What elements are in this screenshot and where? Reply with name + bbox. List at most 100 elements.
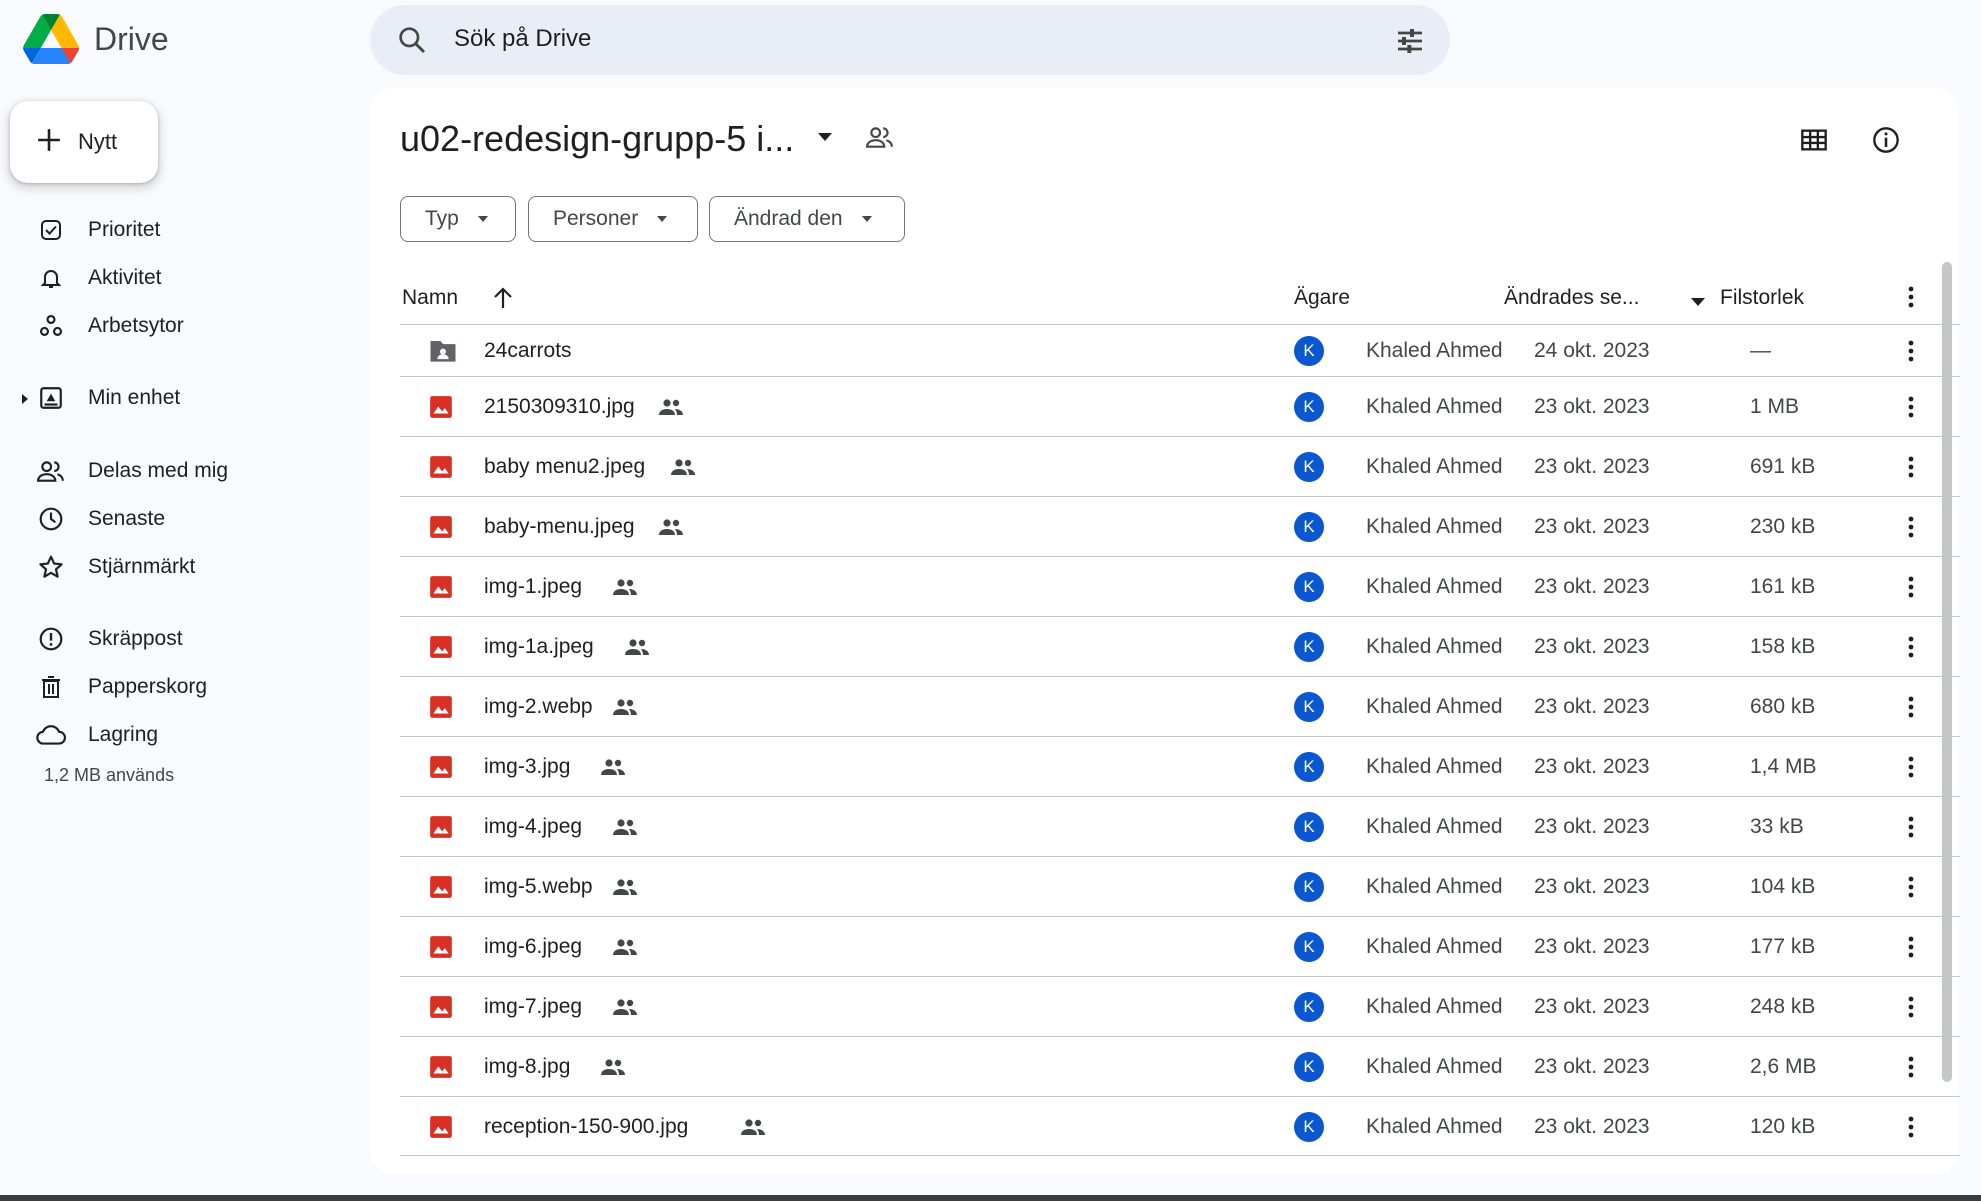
table-row[interactable]: img-1.jpeg K Khaled Ahmed 23 okt. 2023 161 k… bbox=[400, 556, 1960, 616]
sidebar-item-storage[interactable]: Lagring bbox=[36, 715, 158, 755]
shared-folder-icon bbox=[428, 338, 458, 369]
folder-title[interactable]: u02-redesign-grupp-5 i... bbox=[400, 118, 894, 160]
sidebar-item-shared-with-me[interactable]: Delas med mig bbox=[36, 451, 228, 491]
more-options-icon[interactable] bbox=[1908, 996, 1914, 1023]
file-name[interactable]: img-2.webp bbox=[484, 695, 593, 719]
table-row[interactable]: baby-menu.jpeg K Khaled Ahmed 23 okt. 2023 2… bbox=[400, 496, 1960, 556]
more-options-icon[interactable] bbox=[1908, 816, 1914, 843]
table-row[interactable]: img-6.jpeg K Khaled Ahmed 23 okt. 2023 177 k… bbox=[400, 916, 1960, 976]
filter-people[interactable]: Personer bbox=[528, 196, 698, 242]
more-options-icon[interactable] bbox=[1908, 340, 1914, 367]
file-name[interactable]: img-4.jpeg bbox=[484, 815, 582, 839]
table-row[interactable]: img-1a.jpeg K Khaled Ahmed 23 okt. 2023 158 … bbox=[400, 616, 1960, 676]
avatar: K bbox=[1294, 932, 1324, 962]
file-name[interactable]: img-3.jpg bbox=[484, 755, 570, 779]
drive-logo[interactable]: Drive bbox=[22, 14, 169, 64]
more-options-icon[interactable] bbox=[1908, 876, 1914, 903]
column-size[interactable]: Filstorlek bbox=[1720, 286, 1804, 310]
new-button[interactable]: Nytt bbox=[10, 101, 158, 183]
sidebar-item-recent[interactable]: Senaste bbox=[36, 499, 165, 539]
column-modified[interactable]: Ändrades se... bbox=[1504, 286, 1639, 310]
table-row[interactable]: 24carrots K Khaled Ahmed 24 okt. 2023 — bbox=[400, 324, 1960, 376]
more-options-icon[interactable] bbox=[1908, 396, 1914, 423]
avatar: K bbox=[1294, 812, 1324, 842]
shared-people-icon bbox=[612, 697, 638, 722]
search-icon[interactable] bbox=[396, 24, 428, 61]
file-name[interactable]: reception-150-900.jpg bbox=[484, 1115, 688, 1139]
owner-name: Khaled Ahmed bbox=[1366, 695, 1503, 718]
sidebar-item-priority[interactable]: Prioritet bbox=[36, 210, 160, 250]
shared-folder-icon[interactable] bbox=[866, 124, 894, 155]
sidebar-item-label: Arbetsytor bbox=[88, 314, 184, 337]
sidebar-item-my-drive[interactable]: Min enhet bbox=[36, 378, 180, 418]
file-name[interactable]: img-5.webp bbox=[484, 875, 593, 899]
info-icon[interactable] bbox=[1872, 126, 1900, 159]
more-options-icon[interactable] bbox=[1908, 756, 1914, 783]
sidebar-item-label: Papperskorg bbox=[88, 675, 208, 698]
file-name[interactable]: img-8.jpg bbox=[484, 1055, 570, 1079]
more-options-icon[interactable] bbox=[1908, 576, 1914, 603]
image-file-icon bbox=[428, 514, 454, 545]
table-row[interactable]: baby menu2.jpeg K Khaled Ahmed 23 okt. 2023… bbox=[400, 436, 1960, 496]
sort-ascending-icon[interactable] bbox=[492, 286, 514, 315]
search-input[interactable]: Sök på Drive bbox=[454, 25, 591, 53]
file-name[interactable]: baby menu2.jpeg bbox=[484, 455, 645, 479]
modified-date: 23 okt. 2023 bbox=[1534, 755, 1650, 778]
image-file-icon bbox=[428, 574, 454, 605]
file-name[interactable]: img-6.jpeg bbox=[484, 935, 582, 959]
file-name[interactable]: baby-menu.jpeg bbox=[484, 515, 635, 539]
more-options-icon[interactable] bbox=[1908, 696, 1914, 723]
more-options-icon[interactable] bbox=[1908, 1056, 1914, 1083]
table-row[interactable]: img-2.webp K Khaled Ahmed 23 okt. 2023 680 k… bbox=[400, 676, 1960, 736]
table-row[interactable]: reception-150-900.jpg K Khaled Ahmed 23 okt… bbox=[400, 1096, 1960, 1156]
table-row[interactable]: img-5.webp K Khaled Ahmed 23 okt. 2023 104 k… bbox=[400, 856, 1960, 916]
file-name[interactable]: 2150309310.jpg bbox=[484, 395, 635, 419]
column-owner[interactable]: Ägare bbox=[1294, 286, 1350, 310]
modified-date: 23 okt. 2023 bbox=[1534, 575, 1650, 598]
sidebar-item-spam[interactable]: Skräppost bbox=[36, 619, 183, 659]
filter-modified[interactable]: Ändrad den bbox=[709, 196, 905, 242]
more-options-icon[interactable] bbox=[1908, 636, 1914, 663]
file-name[interactable]: 24carrots bbox=[484, 339, 572, 363]
owner-name: Khaled Ahmed bbox=[1366, 515, 1503, 538]
expand-arrow-icon[interactable] bbox=[20, 392, 30, 410]
table-row[interactable]: 2150309310.jpg K Khaled Ahmed 23 okt. 2023 1… bbox=[400, 376, 1960, 436]
more-options-icon[interactable] bbox=[1908, 456, 1914, 483]
my-drive-icon bbox=[36, 383, 66, 413]
sidebar-item-label: Aktivitet bbox=[88, 266, 162, 289]
dropdown-arrow-icon[interactable] bbox=[816, 130, 834, 148]
avatar: K bbox=[1294, 632, 1324, 662]
shared-people-icon bbox=[612, 577, 638, 602]
table-row[interactable]: img-7.jpeg K Khaled Ahmed 23 okt. 2023 248 k… bbox=[400, 976, 1960, 1036]
table-row[interactable]: img-3.jpg K Khaled Ahmed 23 okt. 2023 1,4 MB bbox=[400, 736, 1960, 796]
table-row[interactable]: img-8.jpg K Khaled Ahmed 23 okt. 2023 2,6 MB bbox=[400, 1036, 1960, 1096]
sidebar-item-activity[interactable]: Aktivitet bbox=[36, 258, 162, 298]
sort-dropdown-icon[interactable] bbox=[1690, 294, 1706, 312]
filter-type[interactable]: Typ bbox=[400, 196, 516, 242]
storage-usage-text: 1,2 MB används bbox=[44, 765, 175, 785]
scrollbar[interactable] bbox=[1942, 262, 1952, 1082]
owner-name: Khaled Ahmed bbox=[1366, 339, 1503, 362]
more-options-icon[interactable] bbox=[1908, 1116, 1914, 1143]
file-name[interactable]: img-1a.jpeg bbox=[484, 635, 594, 659]
grid-view-icon[interactable] bbox=[1800, 126, 1828, 159]
search-bar[interactable]: Sök på Drive bbox=[370, 5, 1450, 75]
sidebar-item-trash[interactable]: Papperskorg bbox=[36, 667, 207, 707]
column-name[interactable]: Namn bbox=[402, 286, 458, 310]
table-row[interactable]: img-4.jpeg K Khaled Ahmed 23 okt. 2023 33 kB bbox=[400, 796, 1960, 856]
more-options-icon[interactable] bbox=[1908, 516, 1914, 543]
more-options-icon[interactable] bbox=[1908, 936, 1914, 963]
owner-name: Khaled Ahmed bbox=[1366, 935, 1503, 958]
search-options-icon[interactable] bbox=[1394, 25, 1426, 62]
modified-date: 23 okt. 2023 bbox=[1534, 635, 1650, 658]
file-name[interactable]: img-1.jpeg bbox=[484, 575, 582, 599]
shared-people-icon bbox=[612, 877, 638, 902]
sidebar-item-starred[interactable]: Stjärnmärkt bbox=[36, 547, 195, 587]
more-options-icon[interactable] bbox=[1908, 286, 1914, 313]
image-file-icon bbox=[428, 874, 454, 905]
file-name[interactable]: img-7.jpeg bbox=[484, 995, 582, 1019]
sidebar-item-workspaces[interactable]: Arbetsytor bbox=[36, 306, 184, 346]
sidebar-item-label: Delas med mig bbox=[88, 459, 229, 482]
avatar: K bbox=[1294, 512, 1324, 542]
modified-date: 23 okt. 2023 bbox=[1534, 395, 1650, 418]
